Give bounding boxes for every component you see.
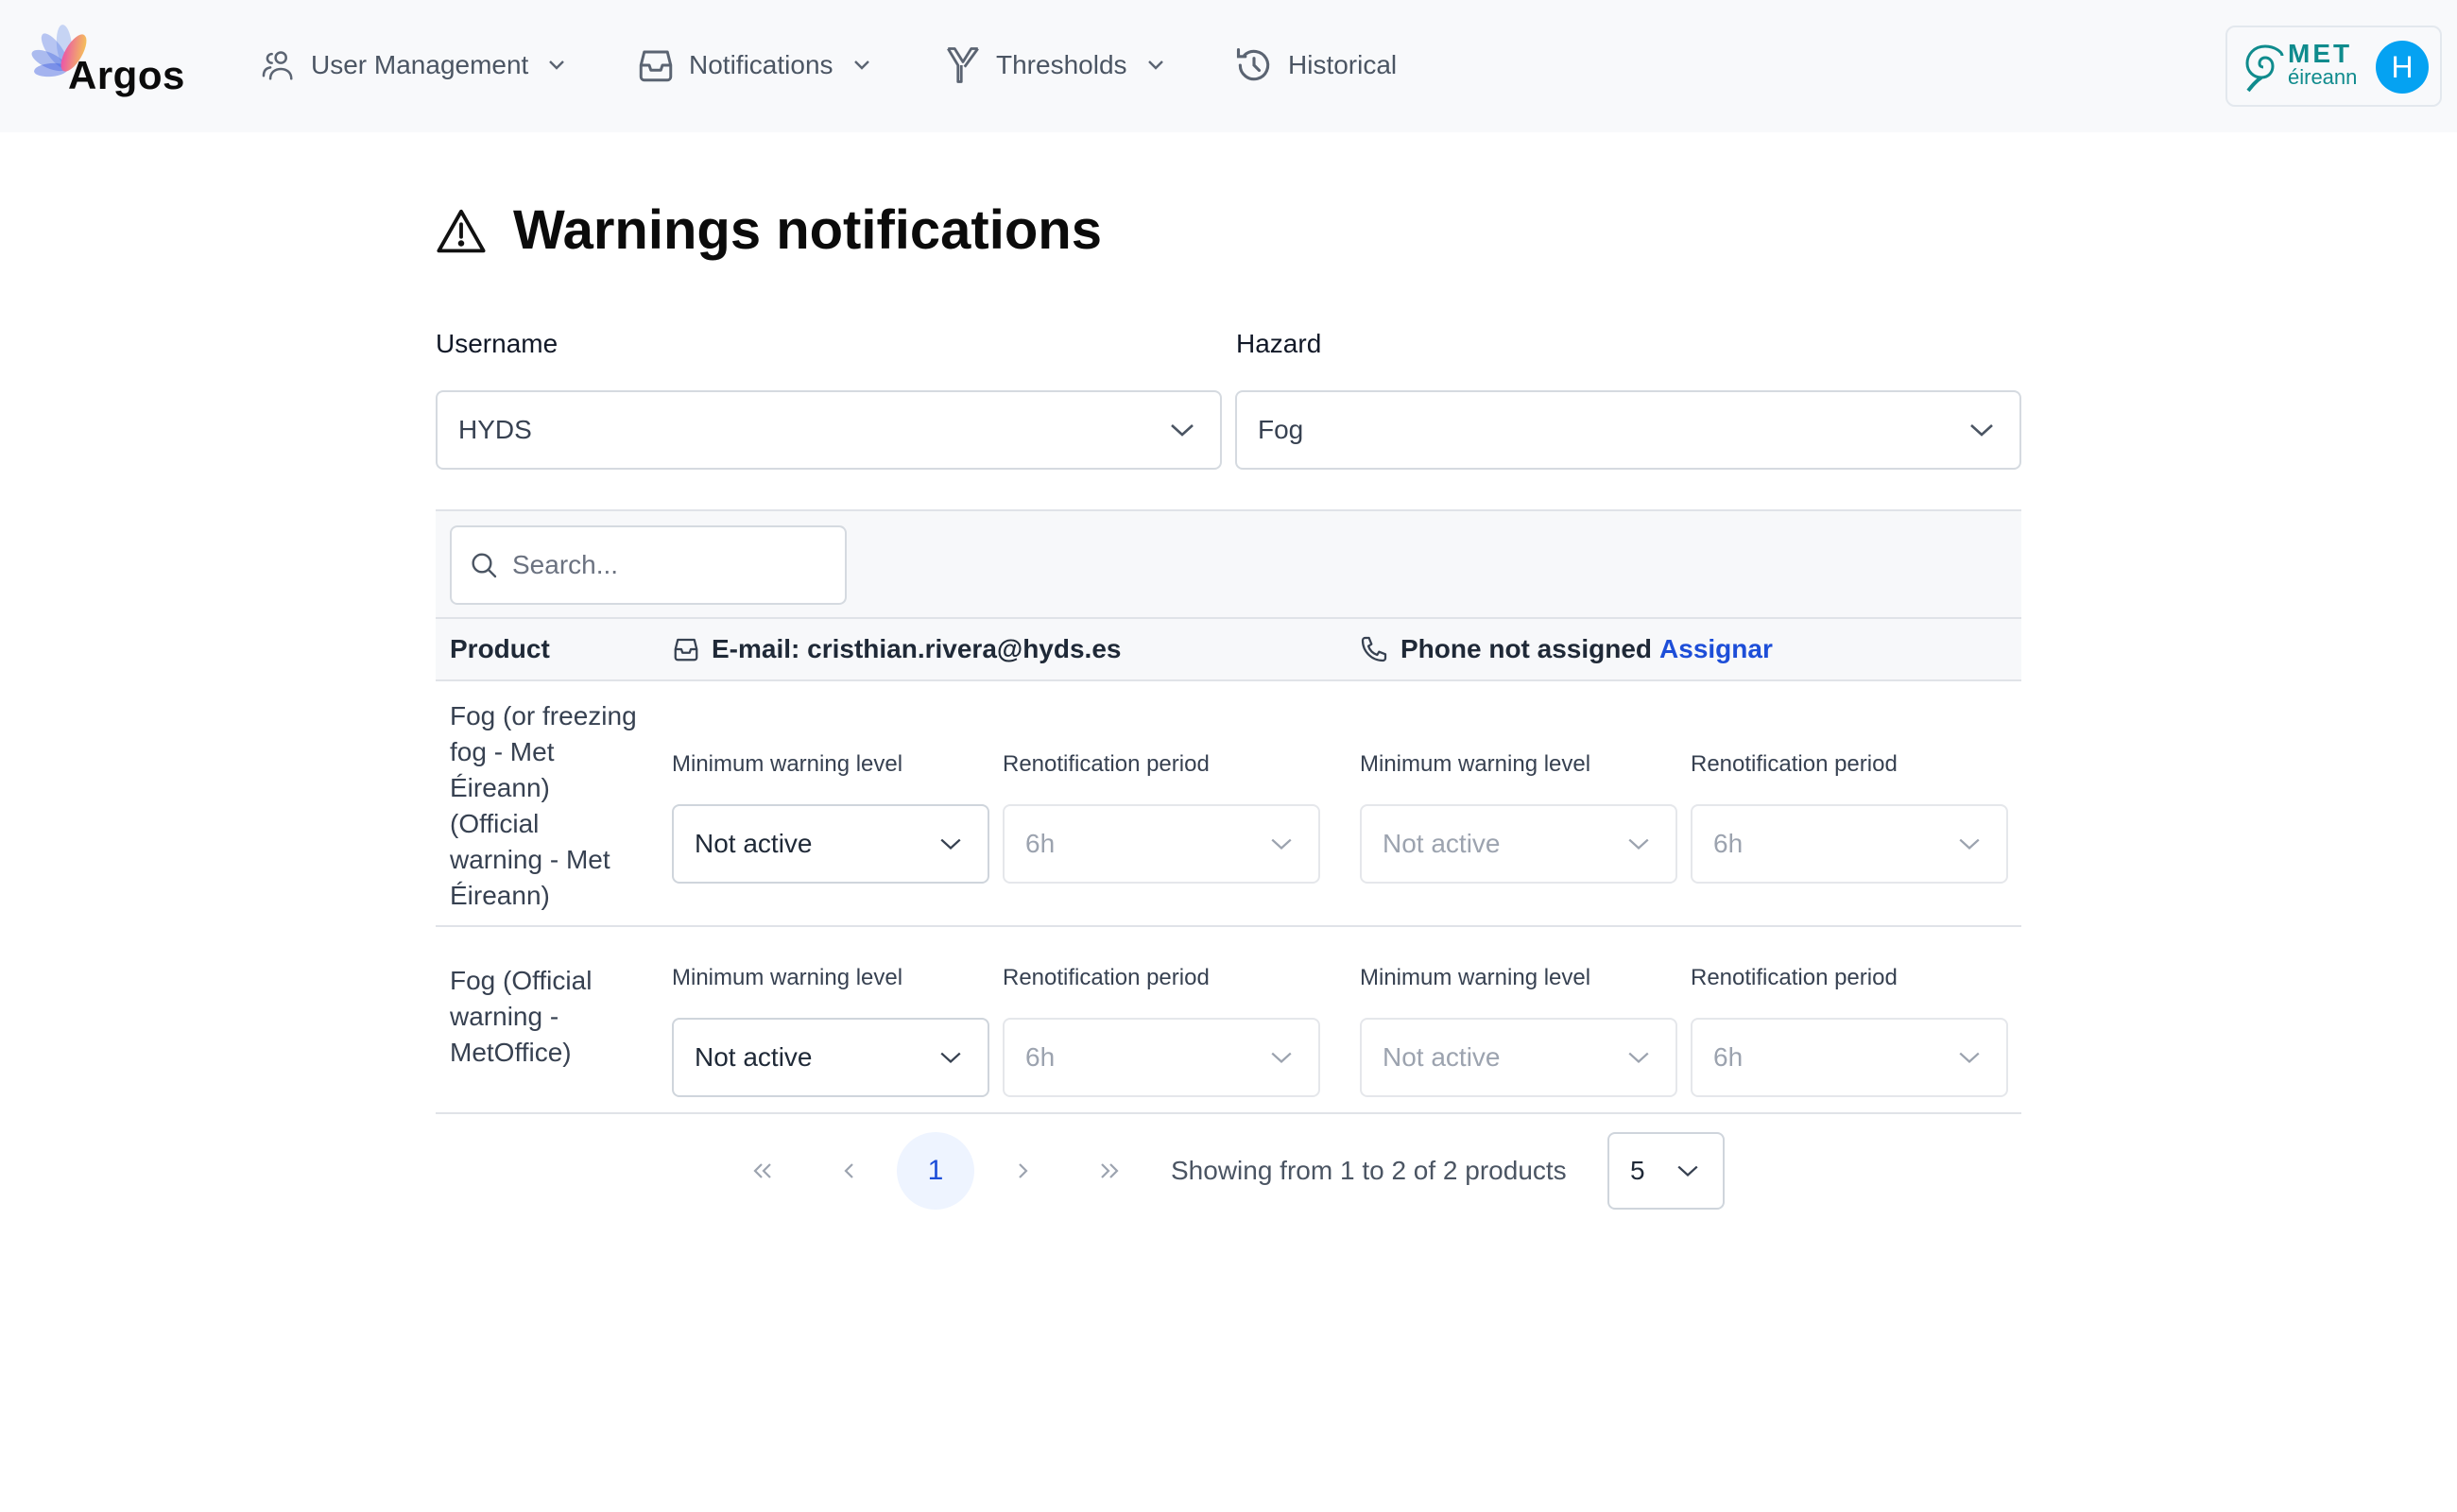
phone-min-level-select[interactable]: Not active (1360, 1018, 1677, 1097)
product-name: Fog (or freezing fog - Met Éireann) (Off… (450, 701, 637, 910)
phone-renotify-select[interactable]: 6h (1691, 804, 2008, 884)
double-chevron-right-icon (1101, 1163, 1119, 1178)
assign-phone-link[interactable]: Assignar (1659, 634, 1773, 664)
chevron-left-icon (844, 1163, 853, 1178)
email-renotify-label: Renotification period (1003, 751, 1210, 777)
select-value: 6h (1713, 1042, 1744, 1072)
select-value: Not active (695, 829, 813, 858)
next-page-button[interactable] (984, 1132, 1061, 1210)
search-box[interactable] (450, 525, 847, 605)
email-min-level-label: Minimum warning level (672, 751, 903, 777)
phone-renotify-label: Renotification period (1691, 965, 1898, 990)
username-label: Username (436, 329, 558, 358)
select-value: Not active (1383, 829, 1501, 858)
double-chevron-left-icon (753, 1163, 771, 1178)
page-heading: Warnings notifications (513, 199, 1102, 261)
header-email: E-mail: cristhian.rivera@hyds.es (672, 619, 1121, 679)
nav-label: Thresholds (996, 50, 1127, 79)
page-size-value: 5 (1630, 1156, 1645, 1185)
inbox-icon (674, 638, 698, 662)
last-page-button[interactable] (1071, 1132, 1148, 1210)
chevron-down-icon (1628, 1052, 1649, 1064)
users-icon (262, 51, 293, 80)
page-1-button[interactable]: 1 (897, 1132, 974, 1210)
chevron-down-icon (853, 60, 869, 70)
chevron-down-icon (1628, 838, 1649, 850)
chevron-down-icon (1959, 838, 1980, 850)
select-value: 6h (1713, 829, 1744, 858)
page-size-select[interactable]: 5 (1607, 1132, 1725, 1210)
email-min-level-label: Minimum warning level (672, 965, 903, 990)
product-name: Fog (Official warning - MetOffice) (450, 966, 593, 1067)
table-row: Fog (Official warning - MetOffice) Minim… (436, 927, 2021, 1114)
table-row: Fog (or freezing fog - Met Éireann) (Off… (436, 681, 2021, 927)
nav-thresholds[interactable]: Thresholds (943, 42, 1165, 89)
account-menu[interactable]: MET éireann H (2225, 26, 2442, 107)
email-renotify-select[interactable]: 6h (1003, 1018, 1320, 1097)
hazard-value: Fog (1258, 415, 1304, 444)
phone-min-level-label: Minimum warning level (1360, 965, 1591, 990)
phone-min-level-select[interactable]: Not active (1360, 804, 1677, 884)
nav-label: Historical (1288, 50, 1398, 79)
top-navigation-bar: Argos User Management Notifications Thre… (0, 0, 2457, 132)
page-title: Warnings notifications (436, 198, 1102, 262)
chevron-down-icon (940, 1052, 961, 1064)
brand-line-2: éireann (2288, 65, 2358, 89)
email-renotify-label: Renotification period (1003, 965, 1210, 990)
select-value: 6h (1025, 829, 1056, 858)
email-renotify-select[interactable]: 6h (1003, 804, 1320, 884)
header-phone: Phone not assigned Assignar (1359, 619, 1773, 679)
header-phone-label: Phone not assigned (1400, 634, 1653, 663)
nav-notifications[interactable]: Notifications (636, 42, 871, 89)
warning-triangle-icon (437, 209, 486, 252)
select-value: Not active (1383, 1042, 1501, 1072)
nav-label: Notifications (689, 50, 833, 79)
history-icon (1236, 47, 1270, 81)
pagination: 1 Showing from 1 to 2 of 2 products 5 (0, 1132, 2457, 1210)
inbox-icon (639, 50, 673, 82)
products-table: Product E-mail: cristhian.rivera@hyds.es… (436, 509, 2021, 1114)
search-icon (472, 553, 497, 578)
phone-icon (1361, 636, 1387, 662)
logo-text: Argos (68, 53, 185, 97)
search-input[interactable] (512, 550, 824, 580)
user-avatar[interactable]: H (2376, 41, 2429, 94)
first-page-button[interactable] (724, 1132, 801, 1210)
filter-icon (947, 47, 979, 83)
table-toolbar (436, 509, 2021, 617)
header-product-label: Product (450, 634, 550, 663)
nav-label: User Management (311, 50, 529, 79)
chevron-down-icon (940, 838, 961, 850)
phone-renotify-select[interactable]: 6h (1691, 1018, 2008, 1097)
table-header: Product E-mail: cristhian.rivera@hyds.es… (436, 617, 2021, 681)
chevron-down-icon (1677, 1165, 1698, 1177)
select-value: Not active (695, 1042, 813, 1072)
prev-page-button[interactable] (811, 1132, 888, 1210)
chevron-down-icon (1271, 1052, 1292, 1064)
select-value: 6h (1025, 1042, 1056, 1072)
username-select[interactable]: HYDS (436, 390, 1222, 470)
met-eireann-logo-icon (2245, 44, 2284, 93)
username-value: HYDS (458, 415, 532, 444)
argos-logo[interactable]: Argos (30, 21, 191, 106)
chevron-down-icon (549, 60, 565, 70)
email-min-level-select[interactable]: Not active (672, 804, 989, 884)
chevron-down-icon (1959, 1052, 1980, 1064)
nav-historical[interactable]: Historical (1233, 42, 1397, 89)
email-min-level-select[interactable]: Not active (672, 1018, 989, 1097)
chevron-down-icon (1171, 424, 1194, 437)
phone-renotify-label: Renotification period (1691, 751, 1898, 777)
nav-user-management[interactable]: User Management (258, 42, 566, 89)
chevron-right-icon (1019, 1163, 1028, 1178)
chevron-down-icon (1970, 424, 1993, 437)
pagination-info: Showing from 1 to 2 of 2 products (1171, 1156, 1567, 1185)
header-email-label: E-mail: cristhian.rivera@hyds.es (712, 634, 1122, 663)
header-product: Product (450, 619, 550, 679)
hazard-label: Hazard (1236, 329, 1322, 358)
hazard-select[interactable]: Fog (1235, 390, 2021, 470)
phone-min-level-label: Minimum warning level (1360, 751, 1591, 777)
chevron-down-icon (1271, 838, 1292, 850)
chevron-down-icon (1147, 60, 1163, 70)
